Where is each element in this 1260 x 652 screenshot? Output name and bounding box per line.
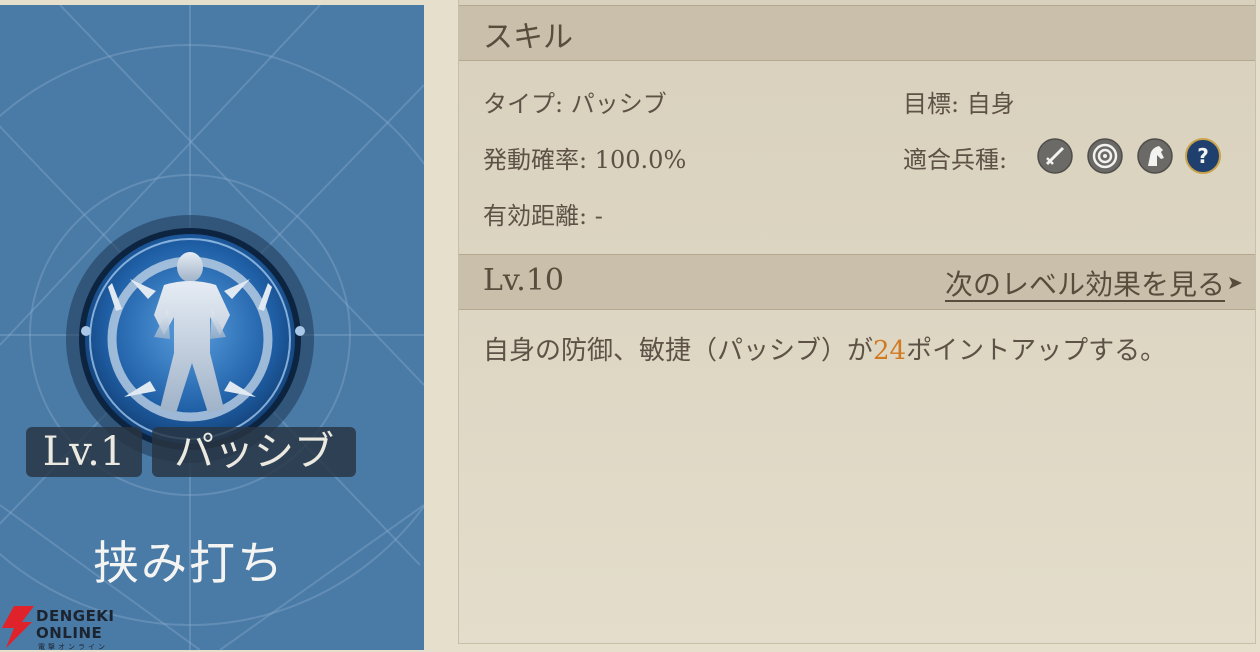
level-section-title: Lv.10 xyxy=(483,263,565,298)
sword-icon[interactable] xyxy=(1037,138,1073,174)
stat-rate-label: 発動確率: xyxy=(483,146,588,174)
stat-effective-range: 有効距離: - xyxy=(483,196,603,231)
level-section-header: Lv.10 次のレベル効果を見る xyxy=(459,254,1255,310)
stat-units-label: 適合兵種: xyxy=(903,146,1008,174)
stat-range-value: - xyxy=(594,202,603,230)
question-icon[interactable]: ? xyxy=(1185,138,1221,174)
stat-type-value: パッシブ xyxy=(570,90,667,118)
level-effect-description: 自身の防御、敏捷（パッシブ）が24ポイントアップする。 xyxy=(483,334,1203,368)
effect-text-before: 自身の防御、敏捷（パッシブ）が xyxy=(483,336,874,366)
skill-name: 挟み打ち xyxy=(93,536,285,590)
stat-activation-rate: 発動確率: 100.0% xyxy=(483,140,686,175)
lightning-bolt-icon xyxy=(2,606,34,648)
svg-text:?: ? xyxy=(1197,144,1209,168)
skill-level-badge: Lv.1 xyxy=(26,427,142,477)
stat-type: タイプ: パッシブ xyxy=(483,84,667,119)
stat-range-label: 有効距離: xyxy=(483,202,588,230)
effect-value-highlight: 24 xyxy=(873,336,907,366)
stat-target: 目標: 自身 xyxy=(903,84,1015,119)
archer-target-icon[interactable] xyxy=(1087,138,1123,174)
skill-type-badge: パッシブ xyxy=(152,427,356,477)
skill-info-panel: スキル タイプ: パッシブ 目標: 自身 発動確率: 100.0% 適合兵種: … xyxy=(458,0,1256,644)
stat-target-value: 自身 xyxy=(966,90,1015,118)
cavalry-horse-icon[interactable] xyxy=(1137,138,1173,174)
watermark-line3: 電撃オンライン xyxy=(38,643,108,651)
skill-card: Lv.1 パッシブ 挟み打ち xyxy=(0,5,424,650)
skill-section-title: スキル xyxy=(483,20,573,55)
stat-compatible-units: 適合兵種: xyxy=(903,140,1007,175)
skill-section-header: スキル xyxy=(459,5,1255,61)
dengeki-online-watermark: DENGEKI ONLINE 電撃オンライン xyxy=(0,604,124,651)
stat-rate-value: 100.0% xyxy=(594,146,687,174)
watermark-line2: ONLINE xyxy=(36,624,103,642)
stat-type-label: タイプ: xyxy=(483,90,564,118)
watermark-line1: DENGEKI xyxy=(36,607,115,625)
arrow-right-icon[interactable] xyxy=(1227,275,1243,291)
next-level-effect-link[interactable]: 次のレベル効果を見る xyxy=(945,263,1225,303)
effect-text-after: ポイントアップする。 xyxy=(906,336,1167,366)
stat-target-label: 目標: xyxy=(903,90,960,118)
